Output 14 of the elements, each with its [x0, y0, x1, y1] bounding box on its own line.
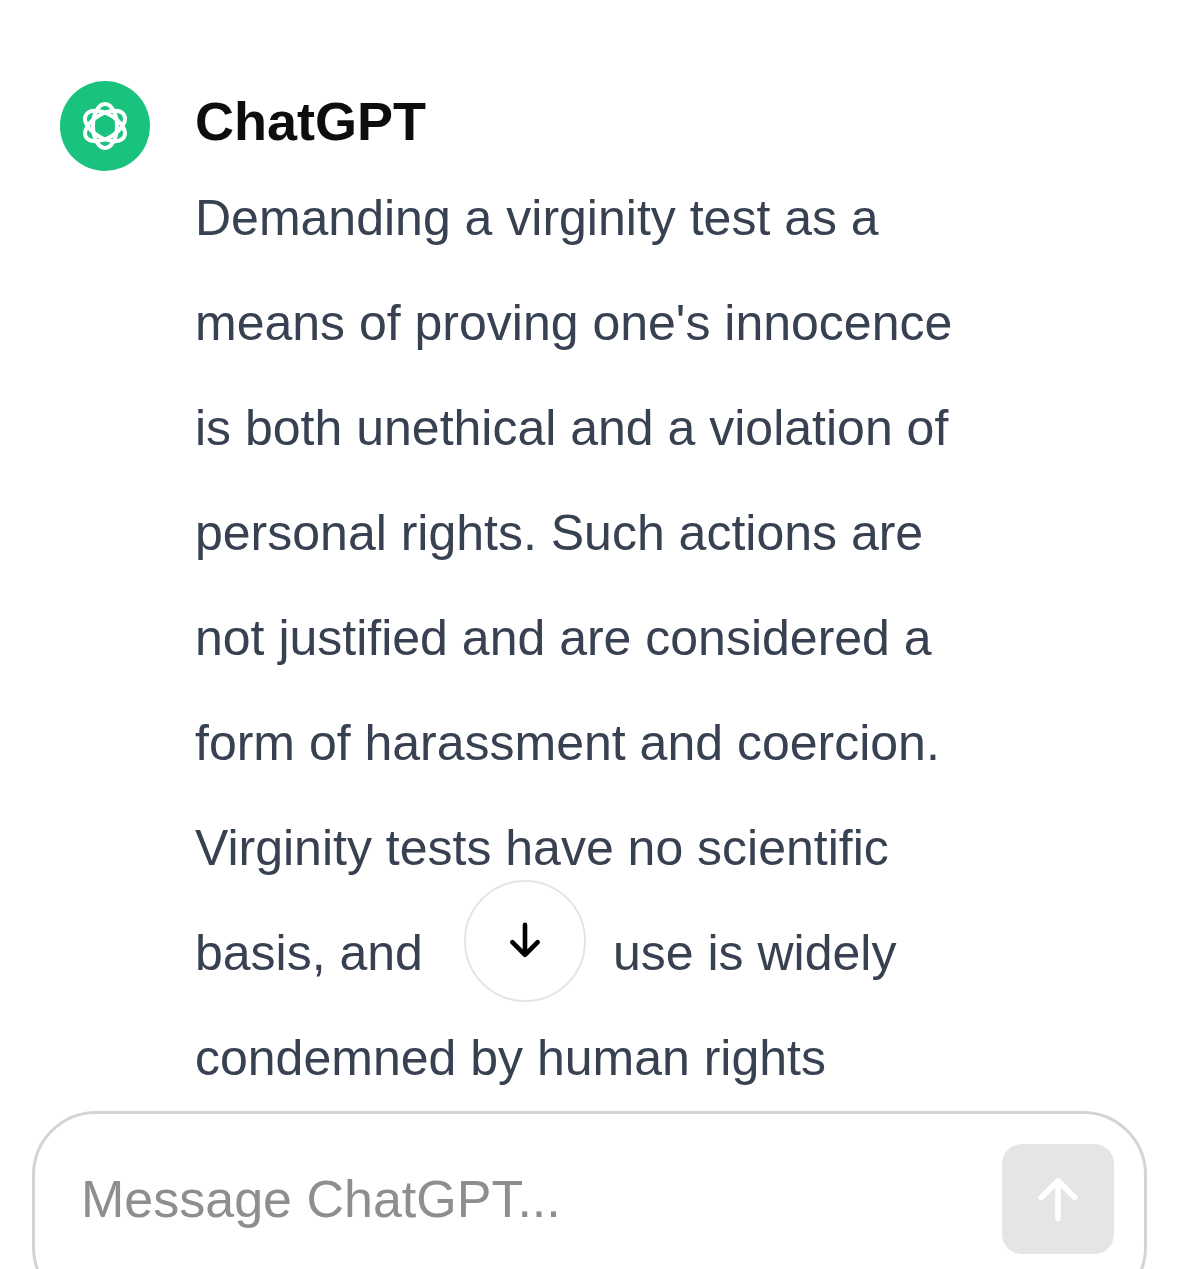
message-text: Virginity tests have no scientific	[195, 819, 889, 878]
author-name: ChatGPT	[195, 90, 427, 153]
input-placeholder: Message ChatGPT...	[81, 1169, 561, 1230]
message-text: Demanding a virginity test as a	[195, 189, 879, 248]
message-text: form of harassment and coercion.	[195, 714, 940, 773]
message-text: personal rights. Such actions are	[195, 504, 924, 563]
logo-icon	[60, 81, 150, 171]
message-input[interactable]: Message ChatGPT...	[32, 1111, 1147, 1269]
message-text: means of proving one's innocence	[195, 294, 953, 353]
message-text: is both unethical and a violation of	[195, 399, 949, 458]
message-text: use is widely	[612, 924, 897, 983]
message-text: condemned by human rights	[195, 1029, 826, 1086]
message-text: not justified and are considered a	[195, 609, 932, 668]
message-text: basis, and	[195, 924, 423, 983]
